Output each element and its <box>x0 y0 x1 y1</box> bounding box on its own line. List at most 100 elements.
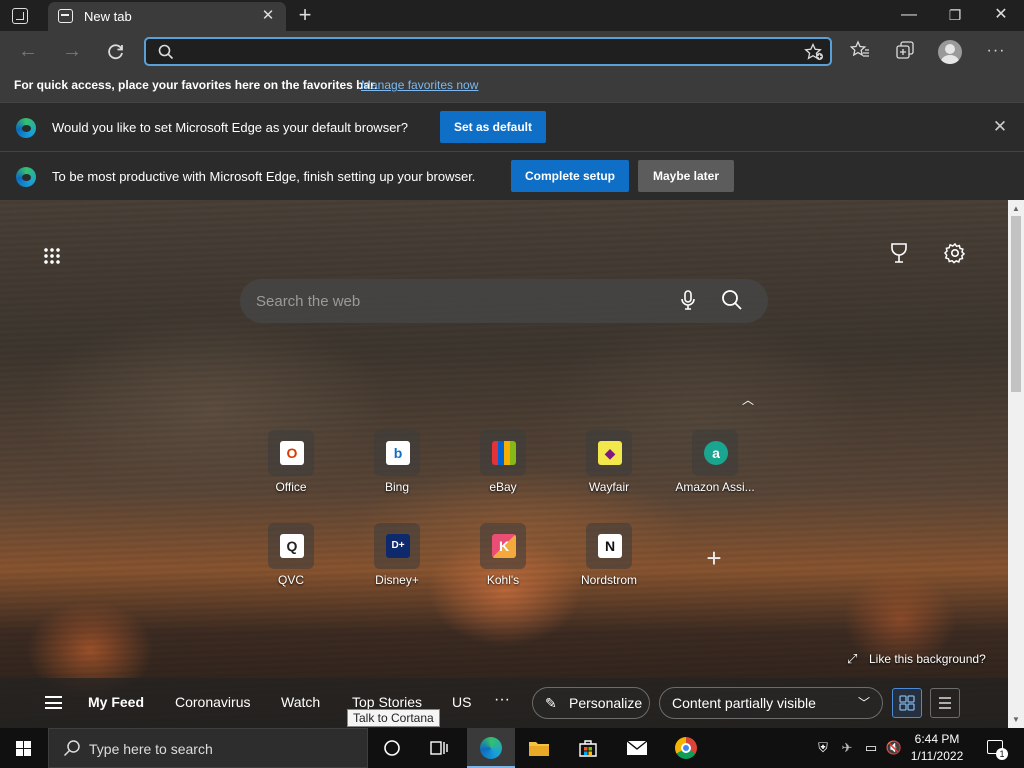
tab-actions-icon[interactable] <box>12 8 28 24</box>
mail-icon[interactable] <box>613 728 661 768</box>
profile-avatar[interactable] <box>938 40 962 64</box>
address-bar[interactable] <box>144 37 832 66</box>
maybe-later-button[interactable]: Maybe later <box>638 160 734 192</box>
page-scrollbar[interactable]: ▲ ▼ <box>1008 200 1024 728</box>
scroll-down-icon[interactable]: ▼ <box>1012 715 1020 724</box>
title-bar: New tab ✕ + — ❐ ✕ <box>0 0 1024 31</box>
file-explorer-icon[interactable] <box>515 728 563 768</box>
notification-center-icon[interactable]: 1 <box>982 728 1008 768</box>
network-icon[interactable]: ✈ <box>836 728 858 768</box>
wayfair-logo-icon: ◆ <box>598 441 622 465</box>
quick-link-label: Wayfair <box>588 480 630 494</box>
scroll-thumb[interactable] <box>1011 216 1021 392</box>
cortana-tooltip: Talk to Cortana <box>347 709 440 727</box>
back-button[interactable]: ← <box>14 38 42 66</box>
page-settings-gear-icon[interactable] <box>942 242 968 268</box>
feed-tab-watch[interactable]: Watch <box>281 694 320 710</box>
quick-link-label: Kohl's <box>486 573 520 587</box>
default-browser-infobar: Would you like to set Microsoft Edge as … <box>0 102 1024 151</box>
volume-muted-icon[interactable]: 🔇 <box>883 728 905 768</box>
security-shield-icon[interactable]: ⛨ <box>812 728 834 768</box>
list-icon <box>939 697 951 709</box>
feed-tab-coronavirus[interactable]: Coronavirus <box>175 694 250 710</box>
notification-count-badge: 1 <box>996 748 1008 760</box>
new-tab-button[interactable]: + <box>292 3 318 29</box>
complete-setup-button[interactable]: Complete setup <box>511 160 629 192</box>
refresh-icon <box>108 44 123 60</box>
minimize-button[interactable]: — <box>886 0 932 31</box>
display-icon[interactable]: ▭ <box>860 728 882 768</box>
tab-new-tab[interactable]: New tab ✕ <box>48 2 286 31</box>
setup-infobar: To be most productive with Microsoft Edg… <box>0 151 1024 200</box>
settings-and-more-icon[interactable]: ··· <box>984 40 1008 64</box>
new-tab-page-icon <box>58 9 73 23</box>
content-visibility-dropdown[interactable]: Content partially visible ﹀ <box>659 687 883 719</box>
scroll-up-icon[interactable]: ▲ <box>1012 204 1020 213</box>
content-visibility-label: Content partially visible <box>672 695 816 711</box>
quick-link-label: QVC <box>277 573 304 587</box>
quick-link-kohls[interactable]: K Kohl's <box>458 523 548 593</box>
list-view-button[interactable] <box>930 688 960 718</box>
microsoft-store-icon[interactable] <box>564 728 612 768</box>
quick-link-amazon-assistant[interactable]: a Amazon Assi... <box>670 430 760 500</box>
favorites-bar-message: For quick access, place your favorites h… <box>14 78 378 92</box>
microphone-icon[interactable] <box>676 289 700 313</box>
menu-icon[interactable] <box>45 696 62 709</box>
add-quick-link-button[interactable]: + <box>702 545 726 571</box>
personalize-label: Personalize <box>569 695 643 711</box>
quick-link-bing[interactable]: b Bing <box>352 430 442 500</box>
forward-button[interactable]: → <box>58 38 86 66</box>
feed-more-icon[interactable]: ··· <box>494 691 510 709</box>
manage-favorites-link[interactable]: Manage favorites now <box>361 78 478 92</box>
feed-tab-my-feed[interactable]: My Feed <box>88 694 144 710</box>
cortana-icon[interactable] <box>368 728 416 768</box>
set-as-default-button[interactable]: Set as default <box>440 111 546 143</box>
quick-link-nordstrom[interactable]: N Nordstrom <box>564 523 654 593</box>
office-logo-icon: O <box>280 441 304 465</box>
close-tab-icon[interactable]: ✕ <box>258 6 278 26</box>
address-input[interactable] <box>180 42 780 62</box>
toolbar: ← → ··· <box>0 31 1024 72</box>
refresh-button[interactable] <box>102 38 130 66</box>
rewards-icon[interactable] <box>886 242 912 268</box>
feed-tab-us[interactable]: US <box>452 694 471 710</box>
maximize-button[interactable]: ❐ <box>932 0 978 31</box>
like-background-button[interactable]: ⤢ Like this background? <box>847 651 986 667</box>
quick-link-ebay[interactable]: ▮ eBay <box>458 430 548 500</box>
start-button[interactable] <box>0 728 48 768</box>
collections-icon[interactable] <box>893 40 917 64</box>
task-view-icon[interactable] <box>416 728 464 768</box>
edge-logo-icon <box>16 118 36 138</box>
app-launcher-icon[interactable] <box>43 247 61 265</box>
taskbar: Type here to search ⛨ ✈ ▭ 🔇 6:44 PM 1/11… <box>0 728 1024 768</box>
web-search-input[interactable] <box>256 291 656 311</box>
close-infobar-icon[interactable]: ✕ <box>990 118 1010 138</box>
quick-link-label: Office <box>275 480 307 494</box>
web-search-box[interactable] <box>240 279 768 323</box>
quick-link-office[interactable]: O Office <box>246 430 336 500</box>
system-clock[interactable]: 6:44 PM 1/11/2022 <box>906 731 968 765</box>
grid-view-button[interactable] <box>892 688 922 718</box>
quick-link-qvc[interactable]: Q QVC <box>246 523 336 593</box>
quick-link-label: eBay <box>489 480 517 494</box>
favorites-icon[interactable] <box>848 40 872 64</box>
amazon-assistant-logo-icon: a <box>704 441 728 465</box>
bing-logo-icon: b <box>386 441 410 465</box>
taskbar-search-box[interactable]: Type here to search <box>48 728 368 768</box>
kohls-logo-icon: K <box>492 534 516 558</box>
like-background-label: Like this background? <box>869 652 986 666</box>
chrome-icon[interactable] <box>662 728 710 768</box>
collapse-quick-links-icon[interactable]: ︿ <box>742 391 758 407</box>
quick-link-disney-plus[interactable]: D+ Disney+ <box>352 523 442 593</box>
personalize-button[interactable]: ✎ Personalize <box>532 687 650 719</box>
add-favorite-icon[interactable] <box>804 43 824 61</box>
favorites-bar: For quick access, place your favorites h… <box>0 72 1024 102</box>
new-tab-page: ︿ O Office b Bing ▮ eBay ◆ Wayfair a Ama… <box>0 200 1008 728</box>
close-window-button[interactable]: ✕ <box>978 0 1024 31</box>
clock-time: 6:44 PM <box>914 732 960 746</box>
edge-taskbar-icon[interactable] <box>467 728 515 768</box>
quick-link-wayfair[interactable]: ◆ Wayfair <box>564 430 654 500</box>
feed-tab-top-stories[interactable]: Top Stories <box>352 694 422 710</box>
search-icon[interactable] <box>720 289 744 313</box>
search-icon <box>158 44 174 60</box>
